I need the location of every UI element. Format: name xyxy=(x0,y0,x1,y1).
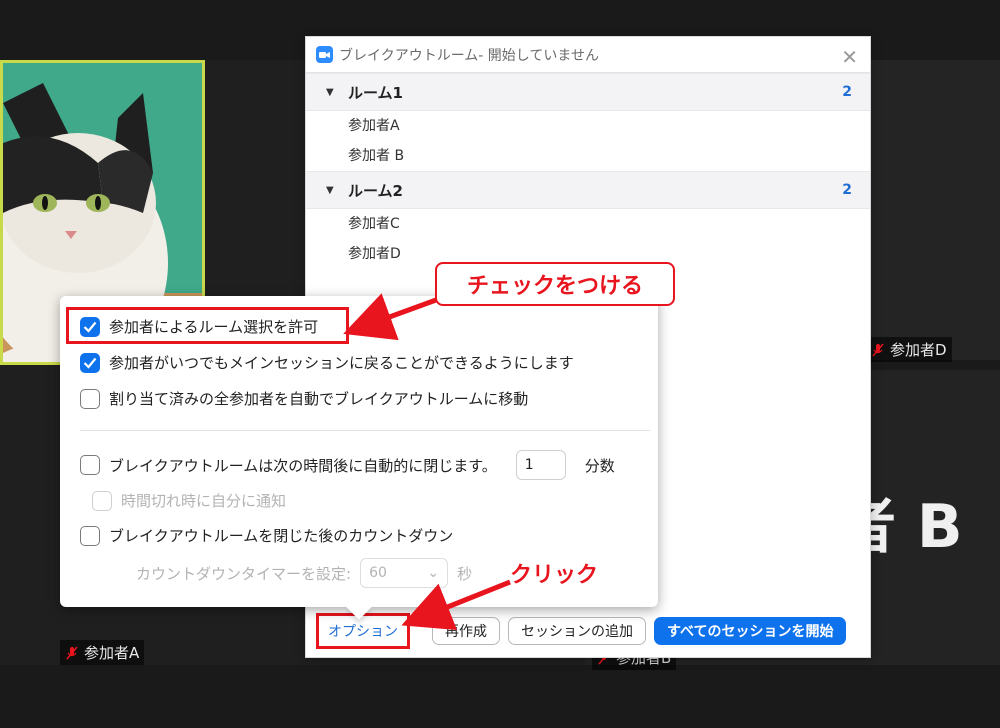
chevron-down-icon[interactable]: ▼ xyxy=(326,87,348,98)
checkbox-icon[interactable] xyxy=(80,388,100,409)
auto-close-option[interactable]: ブレイクアウトルームは次の時間後に自動的に閉じます。 分数 xyxy=(80,450,615,480)
annotation-highlight-box xyxy=(66,307,349,344)
divider xyxy=(80,430,650,431)
muted-mic-icon xyxy=(64,645,80,661)
checkbox-checked-icon[interactable] xyxy=(80,352,100,373)
annotation-click-label: クリック xyxy=(510,563,599,588)
countdown-timer-setting: カウントダウンタイマーを設定: 60 ⌄ 秒 xyxy=(136,558,472,588)
chevron-down-icon[interactable]: ▼ xyxy=(326,185,348,196)
notify-option: 時間切れ時に自分に通知 xyxy=(92,490,286,511)
participant-name-tag-a: 参加者A xyxy=(60,640,145,665)
checkbox-icon[interactable] xyxy=(80,455,100,475)
option-label: 参加者がいつでもメインセッションに戻ることができるようにします xyxy=(109,354,574,372)
muted-mic-icon xyxy=(870,342,886,358)
room-header-2[interactable]: ▼ ルーム2 2 xyxy=(306,171,870,209)
room-header-1[interactable]: ▼ ルーム1 2 xyxy=(306,73,870,111)
options-button[interactable]: オプション xyxy=(316,613,410,649)
zoom-camera-icon xyxy=(316,46,333,63)
room-participant-count: 2 xyxy=(842,182,852,198)
add-session-button[interactable]: セッションの追加 xyxy=(508,617,646,645)
countdown-timer-select: 60 ⌄ xyxy=(360,558,449,588)
window-title-bar: ブレイクアウトルーム- 開始していません xyxy=(306,37,870,73)
allow-return-option[interactable]: 参加者がいつでもメインセッションに戻ることができるようにします xyxy=(80,352,574,373)
start-all-sessions-button[interactable]: すべてのセッションを開始 xyxy=(654,617,847,645)
auto-close-minutes-input[interactable] xyxy=(515,450,566,480)
window-footer: オプション 再作成 セッションの追加 すべてのセッションを開始 xyxy=(306,605,870,657)
list-item[interactable]: 参加者C xyxy=(306,209,870,239)
list-item[interactable]: 参加者 B xyxy=(306,141,870,171)
participant-name: 参加者D xyxy=(890,341,947,359)
option-label: 時間切れ時に自分に通知 xyxy=(121,492,287,510)
window-title: ブレイクアウトルーム- 開始していません xyxy=(339,47,599,64)
option-label: 割り当て済みの全参加者を自動でブレイクアウトルームに移動 xyxy=(109,390,529,408)
option-label: ブレイクアウトルームを閉じた後のカウントダウン xyxy=(109,527,454,545)
participant-name: 参加者A xyxy=(84,644,140,662)
select-value: 60 xyxy=(369,565,387,581)
room-participant-count: 2 xyxy=(842,84,852,100)
chevron-down-icon: ⌄ xyxy=(427,565,440,581)
checkbox-disabled-icon xyxy=(92,490,112,511)
close-icon[interactable]: ✕ xyxy=(841,45,858,69)
option-label: カウントダウンタイマーを設定: xyxy=(136,564,352,583)
auto-move-option[interactable]: 割り当て済みの全参加者を自動でブレイクアウトルームに移動 xyxy=(80,388,528,409)
recreate-button[interactable]: 再作成 xyxy=(432,617,500,645)
list-item[interactable]: 参加者A xyxy=(306,111,870,141)
countdown-option[interactable]: ブレイクアウトルームを閉じた後のカウントダウン xyxy=(80,525,453,546)
room-name: ルーム2 xyxy=(348,181,403,200)
room-name: ルーム1 xyxy=(348,83,403,102)
annotation-callout: チェックをつける xyxy=(435,262,675,306)
checkbox-icon[interactable] xyxy=(80,525,100,546)
unit-label: 分数 xyxy=(584,456,615,475)
option-label: ブレイクアウトルームは次の時間後に自動的に閉じます。 xyxy=(109,456,497,475)
participant-name-tag-d: 参加者D xyxy=(866,337,952,362)
unit-label: 秒 xyxy=(457,564,473,583)
